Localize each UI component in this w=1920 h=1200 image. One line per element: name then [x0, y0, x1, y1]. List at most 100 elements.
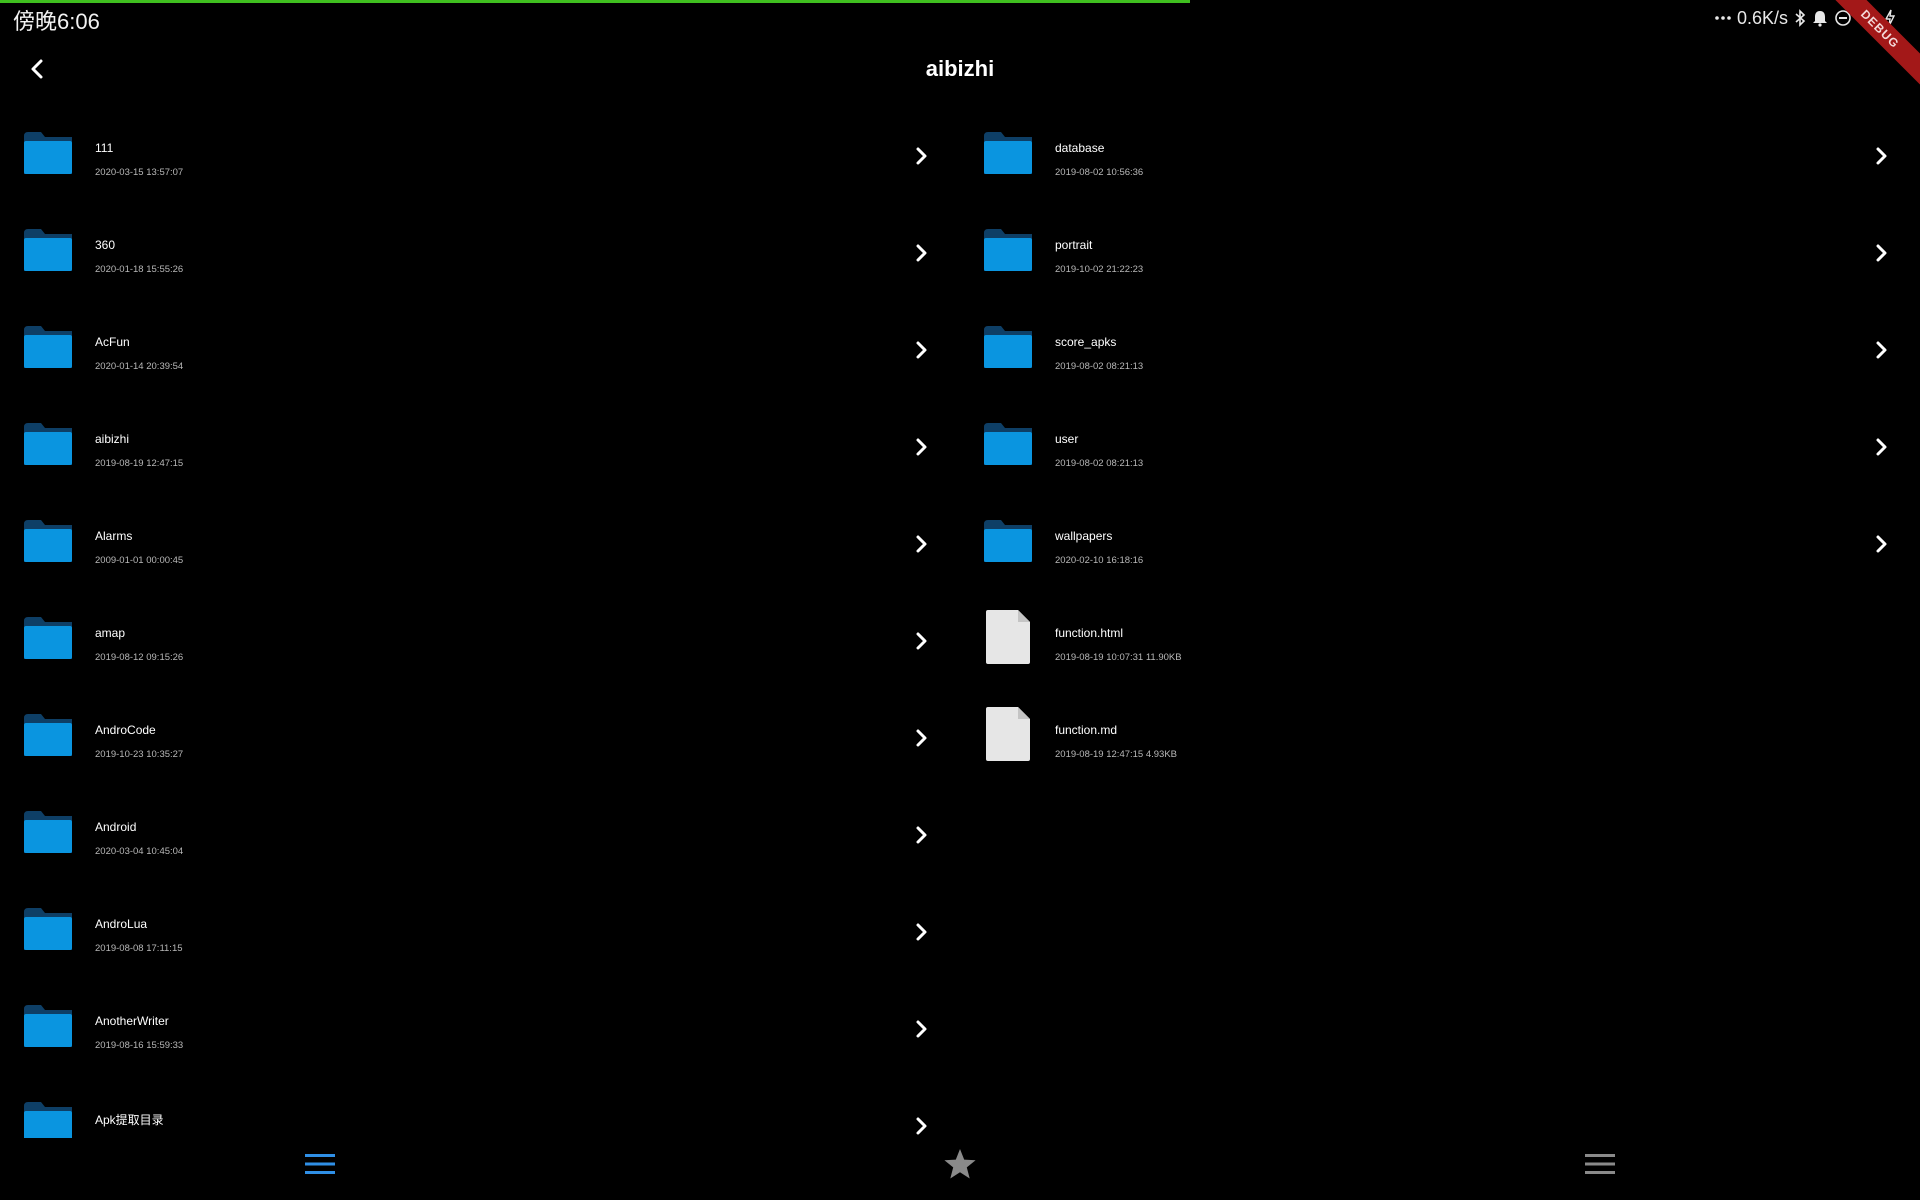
item-meta: 2019-08-16 15:59:33 — [95, 1040, 184, 1051]
folder-icon — [984, 132, 1032, 174]
nav-menu-button[interactable] — [1580, 1144, 1620, 1184]
list-item-file[interactable]: function.md 2019-08-19 12:47:15 4.93KB — [960, 690, 1920, 787]
folder-icon — [24, 1102, 72, 1138]
bottom-navigation — [0, 1140, 1920, 1188]
chevron-right-icon — [916, 1117, 927, 1135]
item-meta: 2020-01-14 20:39:54 — [95, 361, 184, 372]
folder-icon — [24, 326, 72, 368]
item-meta: 2020-01-18 15:55:26 — [95, 264, 184, 275]
folder-icon — [24, 132, 72, 174]
item-meta: 2020-03-04 10:45:04 — [95, 846, 184, 857]
chevron-right-icon — [916, 147, 927, 165]
chevron-right-icon — [916, 535, 927, 553]
list-item-folder[interactable]: Alarms 2009-01-01 00:00:45 — [0, 496, 960, 593]
folder-icon — [984, 326, 1032, 368]
item-name: score_apks — [1055, 335, 1117, 349]
item-meta: 2020-02-10 16:18:16 — [1055, 555, 1144, 566]
folder-icon — [984, 520, 1032, 562]
chevron-right-icon — [1876, 341, 1887, 359]
chevron-right-icon — [916, 923, 927, 941]
chevron-right-icon — [1876, 535, 1887, 553]
folder-icon — [24, 908, 72, 950]
list-item-folder[interactable]: 360 2020-01-18 15:55:26 — [0, 205, 960, 302]
chevron-right-icon — [916, 341, 927, 359]
item-name: AcFun — [95, 335, 130, 349]
list-item-file[interactable]: function.html 2019-08-19 10:07:31 11.90K… — [960, 593, 1920, 690]
item-meta: 2019-08-02 08:21:13 — [1055, 458, 1144, 469]
folder-icon — [984, 229, 1032, 271]
nav-file-list-button[interactable] — [300, 1144, 340, 1184]
item-name: amap — [95, 626, 126, 640]
folder-icon — [24, 714, 72, 756]
file-icon — [986, 610, 1030, 664]
item-name: function.md — [1055, 723, 1118, 737]
chevron-right-icon — [916, 826, 927, 844]
star-icon — [944, 1149, 976, 1179]
item-meta: 2020-03-15 13:57:07 — [95, 167, 184, 178]
item-name: function.html — [1055, 626, 1124, 640]
list-item-folder[interactable]: database 2019-08-02 10:56:36 — [960, 108, 1920, 205]
loading-progress-bar — [0, 0, 1190, 3]
item-meta: 2019-08-19 12:47:15 — [95, 458, 184, 469]
item-name: 360 — [95, 238, 116, 252]
folder-icon — [24, 423, 72, 465]
list-item-folder[interactable]: aibizhi 2019-08-19 12:47:15 — [0, 399, 960, 496]
item-name: wallpapers — [1055, 529, 1113, 543]
page-title: aibizhi — [925, 56, 995, 81]
item-meta: 2019-08-02 10:56:36 — [1055, 167, 1144, 178]
item-name: AndroCode — [95, 723, 156, 737]
item-meta: 2019-08-12 09:15:26 — [95, 652, 184, 663]
item-meta: 2019-10-02 21:22:23 — [1055, 264, 1144, 275]
more-dots-icon — [1715, 15, 1731, 21]
list-item-folder[interactable]: Apk提取目录 — [0, 1078, 960, 1138]
list-item-folder[interactable]: wallpapers 2020-02-10 16:18:16 — [960, 496, 1920, 593]
chevron-right-icon — [916, 1020, 927, 1038]
chevron-right-icon — [916, 244, 927, 262]
bluetooth-icon — [1794, 9, 1806, 27]
chevron-right-icon — [916, 729, 927, 747]
list-item-folder[interactable]: AcFun 2020-01-14 20:39:54 — [0, 302, 960, 399]
list-item-folder[interactable]: AndroLua 2019-08-08 17:11:15 — [0, 884, 960, 981]
item-meta: 2019-08-02 08:21:13 — [1055, 361, 1144, 372]
item-name: Alarms — [95, 529, 133, 543]
list-item-folder[interactable]: portrait 2019-10-02 21:22:23 — [960, 205, 1920, 302]
bell-icon — [1812, 9, 1828, 27]
folder-icon — [984, 423, 1032, 465]
item-meta: 2009-01-01 00:00:45 — [95, 555, 184, 566]
list-item-folder[interactable]: AndroCode 2019-10-23 10:35:27 — [0, 690, 960, 787]
chevron-right-icon — [916, 438, 927, 456]
chevron-right-icon — [1876, 147, 1887, 165]
item-name: Apk提取目录 — [95, 1113, 164, 1127]
item-meta: 2019-08-19 12:47:15 4.93KB — [1055, 749, 1178, 760]
folder-icon — [24, 811, 72, 853]
list-item-folder[interactable]: amap 2019-08-12 09:15:26 — [0, 593, 960, 690]
list-item-folder[interactable]: score_apks 2019-08-02 08:21:13 — [960, 302, 1920, 399]
status-time: 傍晚6:06 — [13, 9, 100, 34]
chevron-right-icon — [916, 632, 927, 650]
item-name: AndroLua — [95, 917, 148, 931]
item-meta: 2019-08-08 17:11:15 — [95, 943, 183, 954]
chevron-right-icon — [1876, 438, 1887, 456]
menu-lines-icon — [1585, 1154, 1615, 1174]
item-name: AnotherWriter — [95, 1014, 169, 1028]
left-file-list: 111 2020-03-15 13:57:07 360 2020-01-18 1… — [0, 108, 960, 1138]
right-file-list: database 2019-08-02 10:56:36 portrait 20… — [960, 108, 1920, 787]
folder-icon — [24, 1005, 72, 1047]
list-item-folder[interactable]: 111 2020-03-15 13:57:07 — [0, 108, 960, 205]
chevron-right-icon — [1876, 244, 1887, 262]
item-meta: 2019-10-23 10:35:27 — [95, 749, 184, 760]
list-item-folder[interactable]: Android 2020-03-04 10:45:04 — [0, 787, 960, 884]
list-item-folder[interactable]: AnotherWriter 2019-08-16 15:59:33 — [0, 981, 960, 1078]
file-icon — [986, 707, 1030, 761]
folder-icon — [24, 617, 72, 659]
folder-icon — [24, 520, 72, 562]
item-name: portrait — [1055, 238, 1093, 252]
menu-lines-icon — [305, 1154, 335, 1174]
item-name: user — [1055, 432, 1079, 446]
list-item-folder[interactable]: user 2019-08-02 08:21:13 — [960, 399, 1920, 496]
nav-favorites-button[interactable] — [940, 1144, 980, 1184]
item-name: database — [1055, 141, 1105, 155]
item-name: Android — [95, 820, 137, 834]
item-meta: 2019-08-19 10:07:31 11.90KB — [1055, 652, 1182, 663]
folder-icon — [24, 229, 72, 271]
